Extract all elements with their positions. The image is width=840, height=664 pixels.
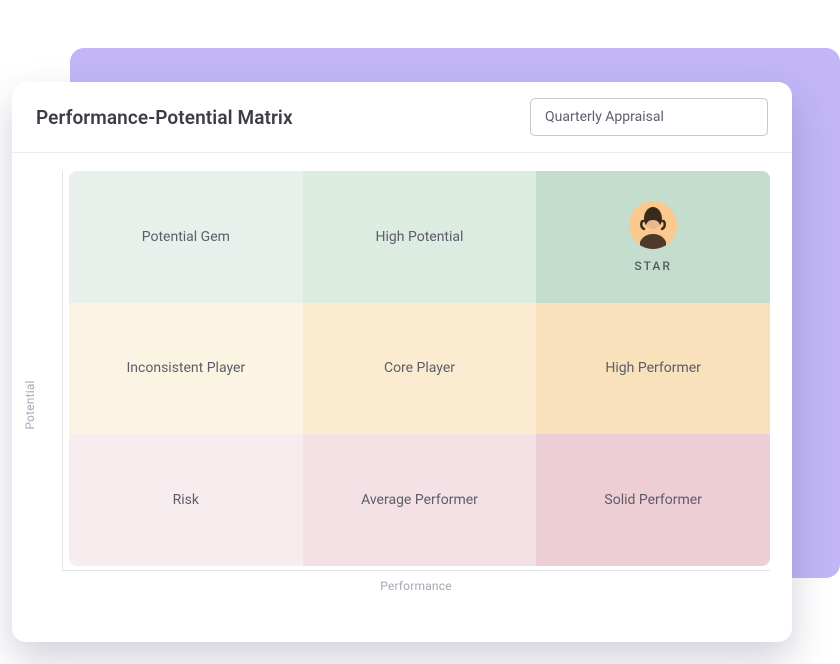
cell-risk[interactable]: Risk <box>69 434 303 566</box>
cell-label: STAR <box>634 259 672 273</box>
matrix-grid: Potential Gem High Potential <box>69 171 770 566</box>
cell-label: Core Player <box>384 360 455 376</box>
cell-high-performer[interactable]: High Performer <box>536 303 770 435</box>
cell-label: Average Performer <box>361 492 478 508</box>
cell-label: Solid Performer <box>604 492 702 508</box>
cell-inconsistent-player[interactable]: Inconsistent Player <box>69 303 303 435</box>
avatar <box>629 201 677 249</box>
cell-label: Risk <box>173 492 199 508</box>
cell-label: Inconsistent Player <box>126 360 245 376</box>
cell-average-performer[interactable]: Average Performer <box>303 434 537 566</box>
cell-high-potential[interactable]: High Potential <box>303 171 537 303</box>
matrix-grid-wrapper: Potential Gem High Potential <box>62 171 770 571</box>
cell-solid-performer[interactable]: Solid Performer <box>536 434 770 566</box>
cell-label: High Potential <box>376 229 464 245</box>
chart-area: Potential Potential Gem High Potential <box>12 153 792 642</box>
cell-star[interactable]: STAR <box>536 171 770 303</box>
matrix-card: Performance-Potential Matrix Quarterly A… <box>12 82 792 642</box>
avatar-icon <box>629 201 677 249</box>
x-axis-label: Performance <box>62 579 770 593</box>
cell-label: High Performer <box>605 360 701 376</box>
page-title: Performance-Potential Matrix <box>36 106 293 129</box>
cell-potential-gem[interactable]: Potential Gem <box>69 171 303 303</box>
appraisal-selector[interactable]: Quarterly Appraisal <box>530 98 768 136</box>
appraisal-selector-value: Quarterly Appraisal <box>545 109 664 125</box>
cell-label: Potential Gem <box>142 229 230 245</box>
card-header: Performance-Potential Matrix Quarterly A… <box>12 82 792 152</box>
cell-core-player[interactable]: Core Player <box>303 303 537 435</box>
y-axis-label: Potential <box>23 380 37 429</box>
